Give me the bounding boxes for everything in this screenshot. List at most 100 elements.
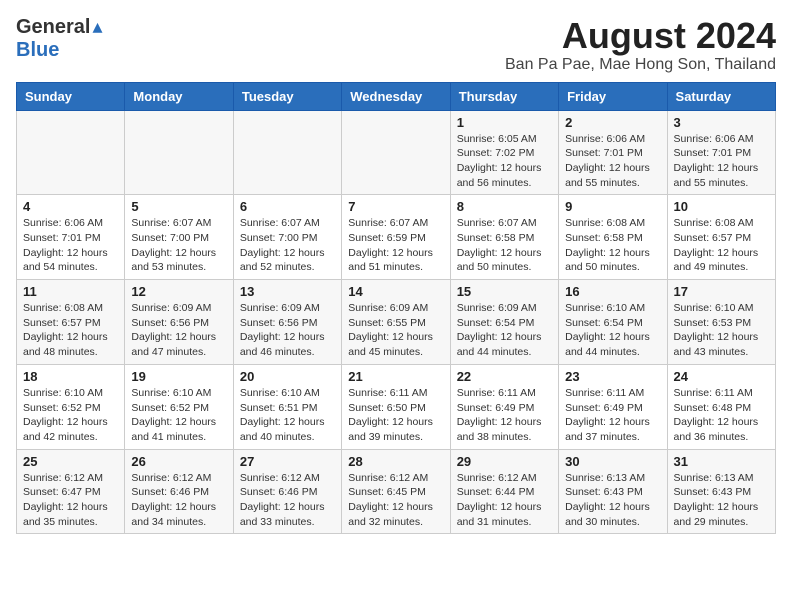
calendar-cell-2-1: 4Sunrise: 6:06 AMSunset: 7:01 PMDaylight… (17, 195, 125, 280)
calendar-cell-2-2: 5 Sunrise: 6:07 AMSunset: 7:00 PMDaylight… (125, 195, 233, 280)
day-info: Sunrise: 6:11 AMSunset: 6:48 PMDaylight:… (674, 386, 769, 445)
day-number: 7 (348, 199, 443, 214)
day-number: 11 (23, 284, 118, 299)
day-number: 1 (457, 115, 552, 130)
title-area: August 2024 Ban Pa Pae, Mae Hong Son, Th… (505, 16, 776, 74)
day-info: Sunrise: 6:13 AMSunset: 6:43 PMDaylight:… (565, 471, 660, 530)
calendar-cell-3-6: 16 Sunrise: 6:10 AMSunset: 6:54 PMDayligh… (559, 280, 667, 365)
day-number: 10 (674, 199, 769, 214)
calendar-cell-1-2 (125, 110, 233, 195)
calendar-cell-5-7: 31 Sunrise: 6:13 AMSunset: 6:43 PMDayligh… (667, 449, 775, 534)
calendar-cell-4-1: 18Sunrise: 6:10 AMSunset: 6:52 PMDayligh… (17, 364, 125, 449)
day-number: 13 (240, 284, 335, 299)
calendar-cell-4-3: 20Sunrise: 6:10 AMSunset: 6:51 PMDayligh… (233, 364, 341, 449)
day-info: Sunrise: 6:11 AMSunset: 6:49 PMDaylight:… (565, 386, 660, 445)
day-number: 29 (457, 454, 552, 469)
day-number: 14 (348, 284, 443, 299)
day-number: 26 (131, 454, 226, 469)
calendar-cell-2-7: 10Sunrise: 6:08 AMSunset: 6:57 PMDayligh… (667, 195, 775, 280)
calendar-cell-2-4: 7Sunrise: 6:07 AMSunset: 6:59 PMDaylight… (342, 195, 450, 280)
logo-blue-text: Blue (16, 39, 59, 61)
day-number: 15 (457, 284, 552, 299)
calendar-cell-5-1: 25 Sunrise: 6:12 AMSunset: 6:47 PMDayligh… (17, 449, 125, 534)
calendar-week-1: 1 Sunrise: 6:05 AMSunset: 7:02 PMDaylight… (17, 110, 776, 195)
day-number: 19 (131, 369, 226, 384)
calendar-cell-4-6: 23 Sunrise: 6:11 AMSunset: 6:49 PMDayligh… (559, 364, 667, 449)
day-number: 5 (131, 199, 226, 214)
day-info: Sunrise: 6:12 AMSunset: 6:47 PMDaylight:… (23, 471, 118, 530)
day-number: 23 (565, 369, 660, 384)
day-info: Sunrise: 6:09 AMSunset: 6:54 PMDaylight:… (457, 301, 552, 360)
month-title: August 2024 (505, 16, 776, 56)
day-info: Sunrise: 6:10 AMSunset: 6:52 PMDaylight:… (131, 386, 226, 445)
day-number: 9 (565, 199, 660, 214)
day-number: 21 (348, 369, 443, 384)
day-info: Sunrise: 6:07 AMSunset: 7:00 PMDaylight:… (240, 216, 335, 275)
day-number: 30 (565, 454, 660, 469)
day-number: 17 (674, 284, 769, 299)
calendar-header-row: SundayMondayTuesdayWednesdayThursdayFrid… (17, 82, 776, 110)
logo-bird-icon: ▴ (92, 16, 102, 39)
calendar-cell-4-5: 22 Sunrise: 6:11 AMSunset: 6:49 PMDayligh… (450, 364, 558, 449)
day-info: Sunrise: 6:06 AMSunset: 7:01 PMDaylight:… (674, 132, 769, 191)
weekday-header-friday: Friday (559, 82, 667, 110)
calendar-cell-4-4: 21 Sunrise: 6:11 AMSunset: 6:50 PMDayligh… (342, 364, 450, 449)
day-info: Sunrise: 6:12 AMSunset: 6:46 PMDaylight:… (131, 471, 226, 530)
calendar-cell-5-6: 30 Sunrise: 6:13 AMSunset: 6:43 PMDayligh… (559, 449, 667, 534)
calendar-cell-3-4: 14 Sunrise: 6:09 AMSunset: 6:55 PMDayligh… (342, 280, 450, 365)
calendar-cell-3-3: 13 Sunrise: 6:09 AMSunset: 6:56 PMDayligh… (233, 280, 341, 365)
day-number: 20 (240, 369, 335, 384)
weekday-header-saturday: Saturday (667, 82, 775, 110)
calendar-cell-1-6: 2 Sunrise: 6:06 AMSunset: 7:01 PMDaylight… (559, 110, 667, 195)
day-number: 8 (457, 199, 552, 214)
day-number: 12 (131, 284, 226, 299)
day-info: Sunrise: 6:10 AMSunset: 6:53 PMDaylight:… (674, 301, 769, 360)
day-info: Sunrise: 6:11 AMSunset: 6:49 PMDaylight:… (457, 386, 552, 445)
calendar-cell-4-7: 24 Sunrise: 6:11 AMSunset: 6:48 PMDayligh… (667, 364, 775, 449)
calendar-cell-1-3 (233, 110, 341, 195)
calendar-cell-1-4 (342, 110, 450, 195)
calendar-cell-5-4: 28Sunrise: 6:12 AMSunset: 6:45 PMDayligh… (342, 449, 450, 534)
day-number: 25 (23, 454, 118, 469)
weekday-header-wednesday: Wednesday (342, 82, 450, 110)
calendar-cell-5-3: 27 Sunrise: 6:12 AMSunset: 6:46 PMDayligh… (233, 449, 341, 534)
calendar-cell-3-7: 17 Sunrise: 6:10 AMSunset: 6:53 PMDayligh… (667, 280, 775, 365)
day-info: Sunrise: 6:06 AMSunset: 7:01 PMDaylight:… (565, 132, 660, 191)
calendar-cell-3-2: 12 Sunrise: 6:09 AMSunset: 6:56 PMDayligh… (125, 280, 233, 365)
day-number: 27 (240, 454, 335, 469)
day-info: Sunrise: 6:13 AMSunset: 6:43 PMDaylight:… (674, 471, 769, 530)
calendar-cell-1-5: 1 Sunrise: 6:05 AMSunset: 7:02 PMDaylight… (450, 110, 558, 195)
day-number: 4 (23, 199, 118, 214)
day-info: Sunrise: 6:10 AMSunset: 6:52 PMDaylight:… (23, 386, 118, 445)
calendar-cell-5-5: 29 Sunrise: 6:12 AMSunset: 6:44 PMDayligh… (450, 449, 558, 534)
calendar-cell-4-2: 19 Sunrise: 6:10 AMSunset: 6:52 PMDayligh… (125, 364, 233, 449)
day-info: Sunrise: 6:12 AMSunset: 6:44 PMDaylight:… (457, 471, 552, 530)
calendar-cell-3-1: 11Sunrise: 6:08 AMSunset: 6:57 PMDayligh… (17, 280, 125, 365)
day-info: Sunrise: 6:09 AMSunset: 6:55 PMDaylight:… (348, 301, 443, 360)
day-info: Sunrise: 6:11 AMSunset: 6:50 PMDaylight:… (348, 386, 443, 445)
weekday-header-sunday: Sunday (17, 82, 125, 110)
day-info: Sunrise: 6:12 AMSunset: 6:46 PMDaylight:… (240, 471, 335, 530)
day-info: Sunrise: 6:10 AMSunset: 6:54 PMDaylight:… (565, 301, 660, 360)
calendar-cell-3-5: 15 Sunrise: 6:09 AMSunset: 6:54 PMDayligh… (450, 280, 558, 365)
day-info: Sunrise: 6:09 AMSunset: 6:56 PMDaylight:… (240, 301, 335, 360)
day-number: 22 (457, 369, 552, 384)
calendar-cell-2-5: 8Sunrise: 6:07 AMSunset: 6:58 PMDaylight… (450, 195, 558, 280)
day-info: Sunrise: 6:09 AMSunset: 6:56 PMDaylight:… (131, 301, 226, 360)
calendar-week-3: 11Sunrise: 6:08 AMSunset: 6:57 PMDayligh… (17, 280, 776, 365)
logo: General ▴ Blue (16, 16, 103, 62)
day-number: 6 (240, 199, 335, 214)
calendar-cell-1-7: 3Sunrise: 6:06 AMSunset: 7:01 PMDaylight… (667, 110, 775, 195)
calendar-cell-1-1 (17, 110, 125, 195)
day-info: Sunrise: 6:12 AMSunset: 6:45 PMDaylight:… (348, 471, 443, 530)
day-number: 2 (565, 115, 660, 130)
day-number: 24 (674, 369, 769, 384)
day-number: 31 (674, 454, 769, 469)
calendar-week-4: 18Sunrise: 6:10 AMSunset: 6:52 PMDayligh… (17, 364, 776, 449)
weekday-header-thursday: Thursday (450, 82, 558, 110)
day-info: Sunrise: 6:05 AMSunset: 7:02 PMDaylight:… (457, 132, 552, 191)
day-info: Sunrise: 6:08 AMSunset: 6:58 PMDaylight:… (565, 216, 660, 275)
day-info: Sunrise: 6:07 AMSunset: 7:00 PMDaylight:… (131, 216, 226, 275)
calendar-cell-2-6: 9 Sunrise: 6:08 AMSunset: 6:58 PMDaylight… (559, 195, 667, 280)
day-number: 16 (565, 284, 660, 299)
